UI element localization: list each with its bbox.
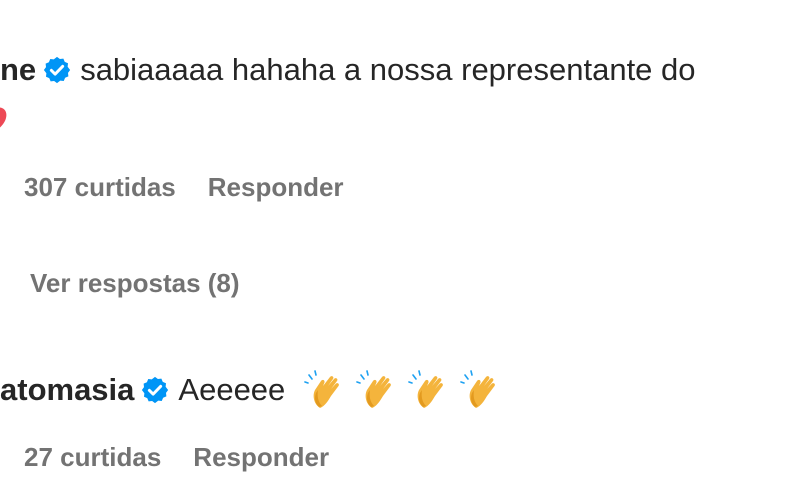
comment-2-text: Aeeeee <box>178 372 286 407</box>
comment-2-username[interactable]: atomasia <box>0 372 134 408</box>
comment-2-line: atomasia Aeeeee <box>0 370 499 410</box>
comment-1-line: ne sabiaaaaa hahaha a nossa representant… <box>0 52 696 88</box>
emoji-row <box>291 370 499 410</box>
view-replies-button[interactable]: Ver respostas (8) <box>30 268 272 299</box>
clapping-hands-icon <box>304 370 340 408</box>
comment-1-likes[interactable]: 307 curtidas <box>24 172 176 202</box>
comment-1-username[interactable]: ne <box>0 52 36 88</box>
clapping-hands-icon <box>460 370 496 408</box>
clapping-hands-icon <box>408 370 444 408</box>
view-replies-label: Ver respostas (8) <box>30 268 240 298</box>
comment-1-meta: 307 curtidas Responder <box>24 172 376 203</box>
heart-icon <box>0 107 7 128</box>
comment-2-meta: 27 curtidas Responder <box>24 442 361 473</box>
comment-2-reply-button[interactable]: Responder <box>193 442 329 472</box>
comment-2-likes[interactable]: 27 curtidas <box>24 442 161 472</box>
verified-badge-icon <box>142 376 169 404</box>
verified-badge-icon <box>44 56 71 84</box>
comment-1-text: sabiaaaaa hahaha a nossa representante d… <box>80 52 696 87</box>
comment-1-reply-button[interactable]: Responder <box>208 172 344 202</box>
clapping-hands-icon <box>356 370 392 408</box>
